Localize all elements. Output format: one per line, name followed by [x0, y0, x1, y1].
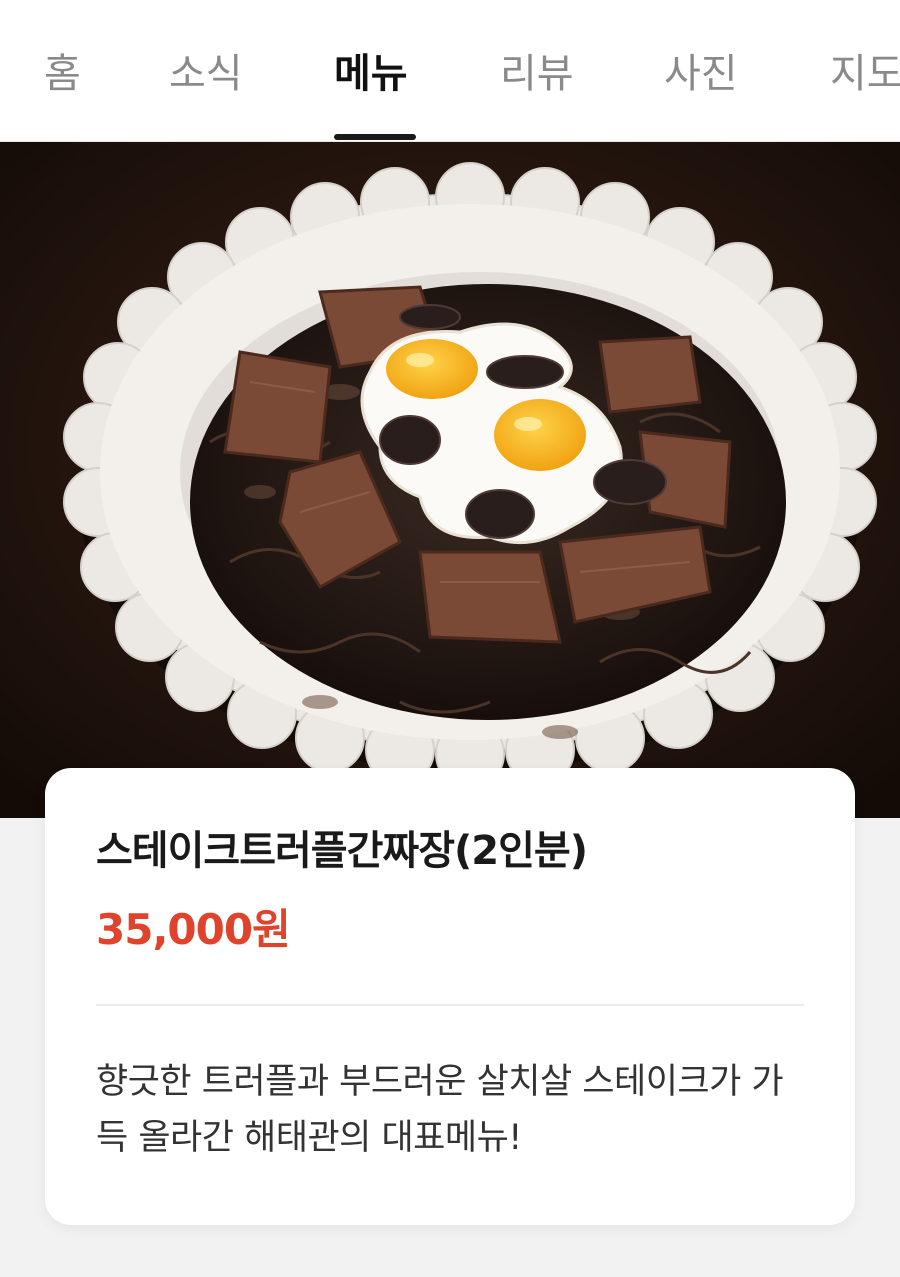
tab-map[interactable]: 지도 [830, 46, 900, 102]
tab-home[interactable]: 홈 [44, 46, 81, 102]
tab-bar: 홈 소식 메뉴 리뷰 사진 지도 [0, 0, 900, 142]
menu-photo[interactable] [0, 142, 900, 818]
divider [96, 1004, 804, 1006]
tab-menu[interactable]: 메뉴 [334, 46, 408, 102]
dish-image [0, 142, 900, 818]
menu-price: 35,000원 [96, 905, 291, 954]
tab-reviews[interactable]: 리뷰 [500, 46, 574, 102]
menu-card[interactable]: 스테이크트러플간짜장(2인분) 35,000원 향긋한 트러플과 부드러운 살치… [45, 768, 855, 1225]
menu-description: 향긋한 트러플과 부드러운 살치살 스테이크가 가득 올라간 해태관의 대표메뉴… [96, 1062, 784, 1158]
active-tab-indicator [334, 134, 416, 140]
tab-news[interactable]: 소식 [169, 46, 243, 102]
tab-photos[interactable]: 사진 [664, 46, 738, 102]
menu-name: 스테이크트러플간짜장(2인분) [96, 828, 588, 874]
